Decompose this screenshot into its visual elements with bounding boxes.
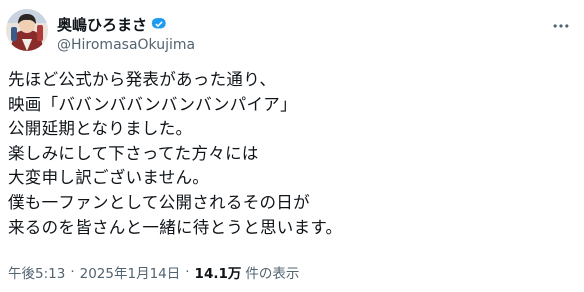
author-name-row: 奥嶋ひろまさ: [57, 14, 168, 34]
views-label[interactable]: 件の表示: [245, 262, 299, 282]
post-text-line: 大変申し訳ございません。: [8, 168, 210, 188]
author-avatar[interactable]: [6, 9, 48, 51]
views-count[interactable]: 14.1万: [195, 262, 242, 282]
author-handle[interactable]: @HiromasaOkujima: [57, 37, 195, 53]
meta-separator: ·: [185, 264, 190, 280]
post-text: 先ほど公式から発表があった通り、 映画「ババンババンバンバンパイア」 公開延期と…: [8, 68, 576, 240]
more-options-button[interactable]: [547, 12, 575, 40]
post-meta: 午後5:13 · 2025年1月14日 · 14.1万 件の表示: [8, 262, 299, 282]
post-time[interactable]: 午後5:13: [8, 262, 65, 282]
more-options-icon: [553, 24, 569, 28]
meta-separator: ·: [70, 264, 75, 280]
post-text-line: 僕も一ファンとして公開されるその日が: [8, 192, 310, 212]
post-text-line: 楽しみにして下さってた方々には: [8, 143, 259, 163]
post-text-line: 映画「ババンババンバンバンパイア」: [8, 94, 297, 114]
verified-badge-icon: [150, 15, 168, 33]
post-text-line: 公開延期となりました。: [8, 119, 193, 139]
post-text-line: 来るのを皆さんと一緒に待とうと思います。: [8, 217, 343, 237]
avatar-illustration: [6, 9, 48, 51]
post-date[interactable]: 2025年1月14日: [80, 262, 181, 282]
author-display-name[interactable]: 奥嶋ひろまさ: [57, 14, 147, 35]
post-text-line: 先ほど公式から発表があった通り、: [8, 70, 277, 89]
post-card: 奥嶋ひろまさ @HiromasaOkujima 先ほど公式から発表があった通り、…: [0, 0, 584, 292]
